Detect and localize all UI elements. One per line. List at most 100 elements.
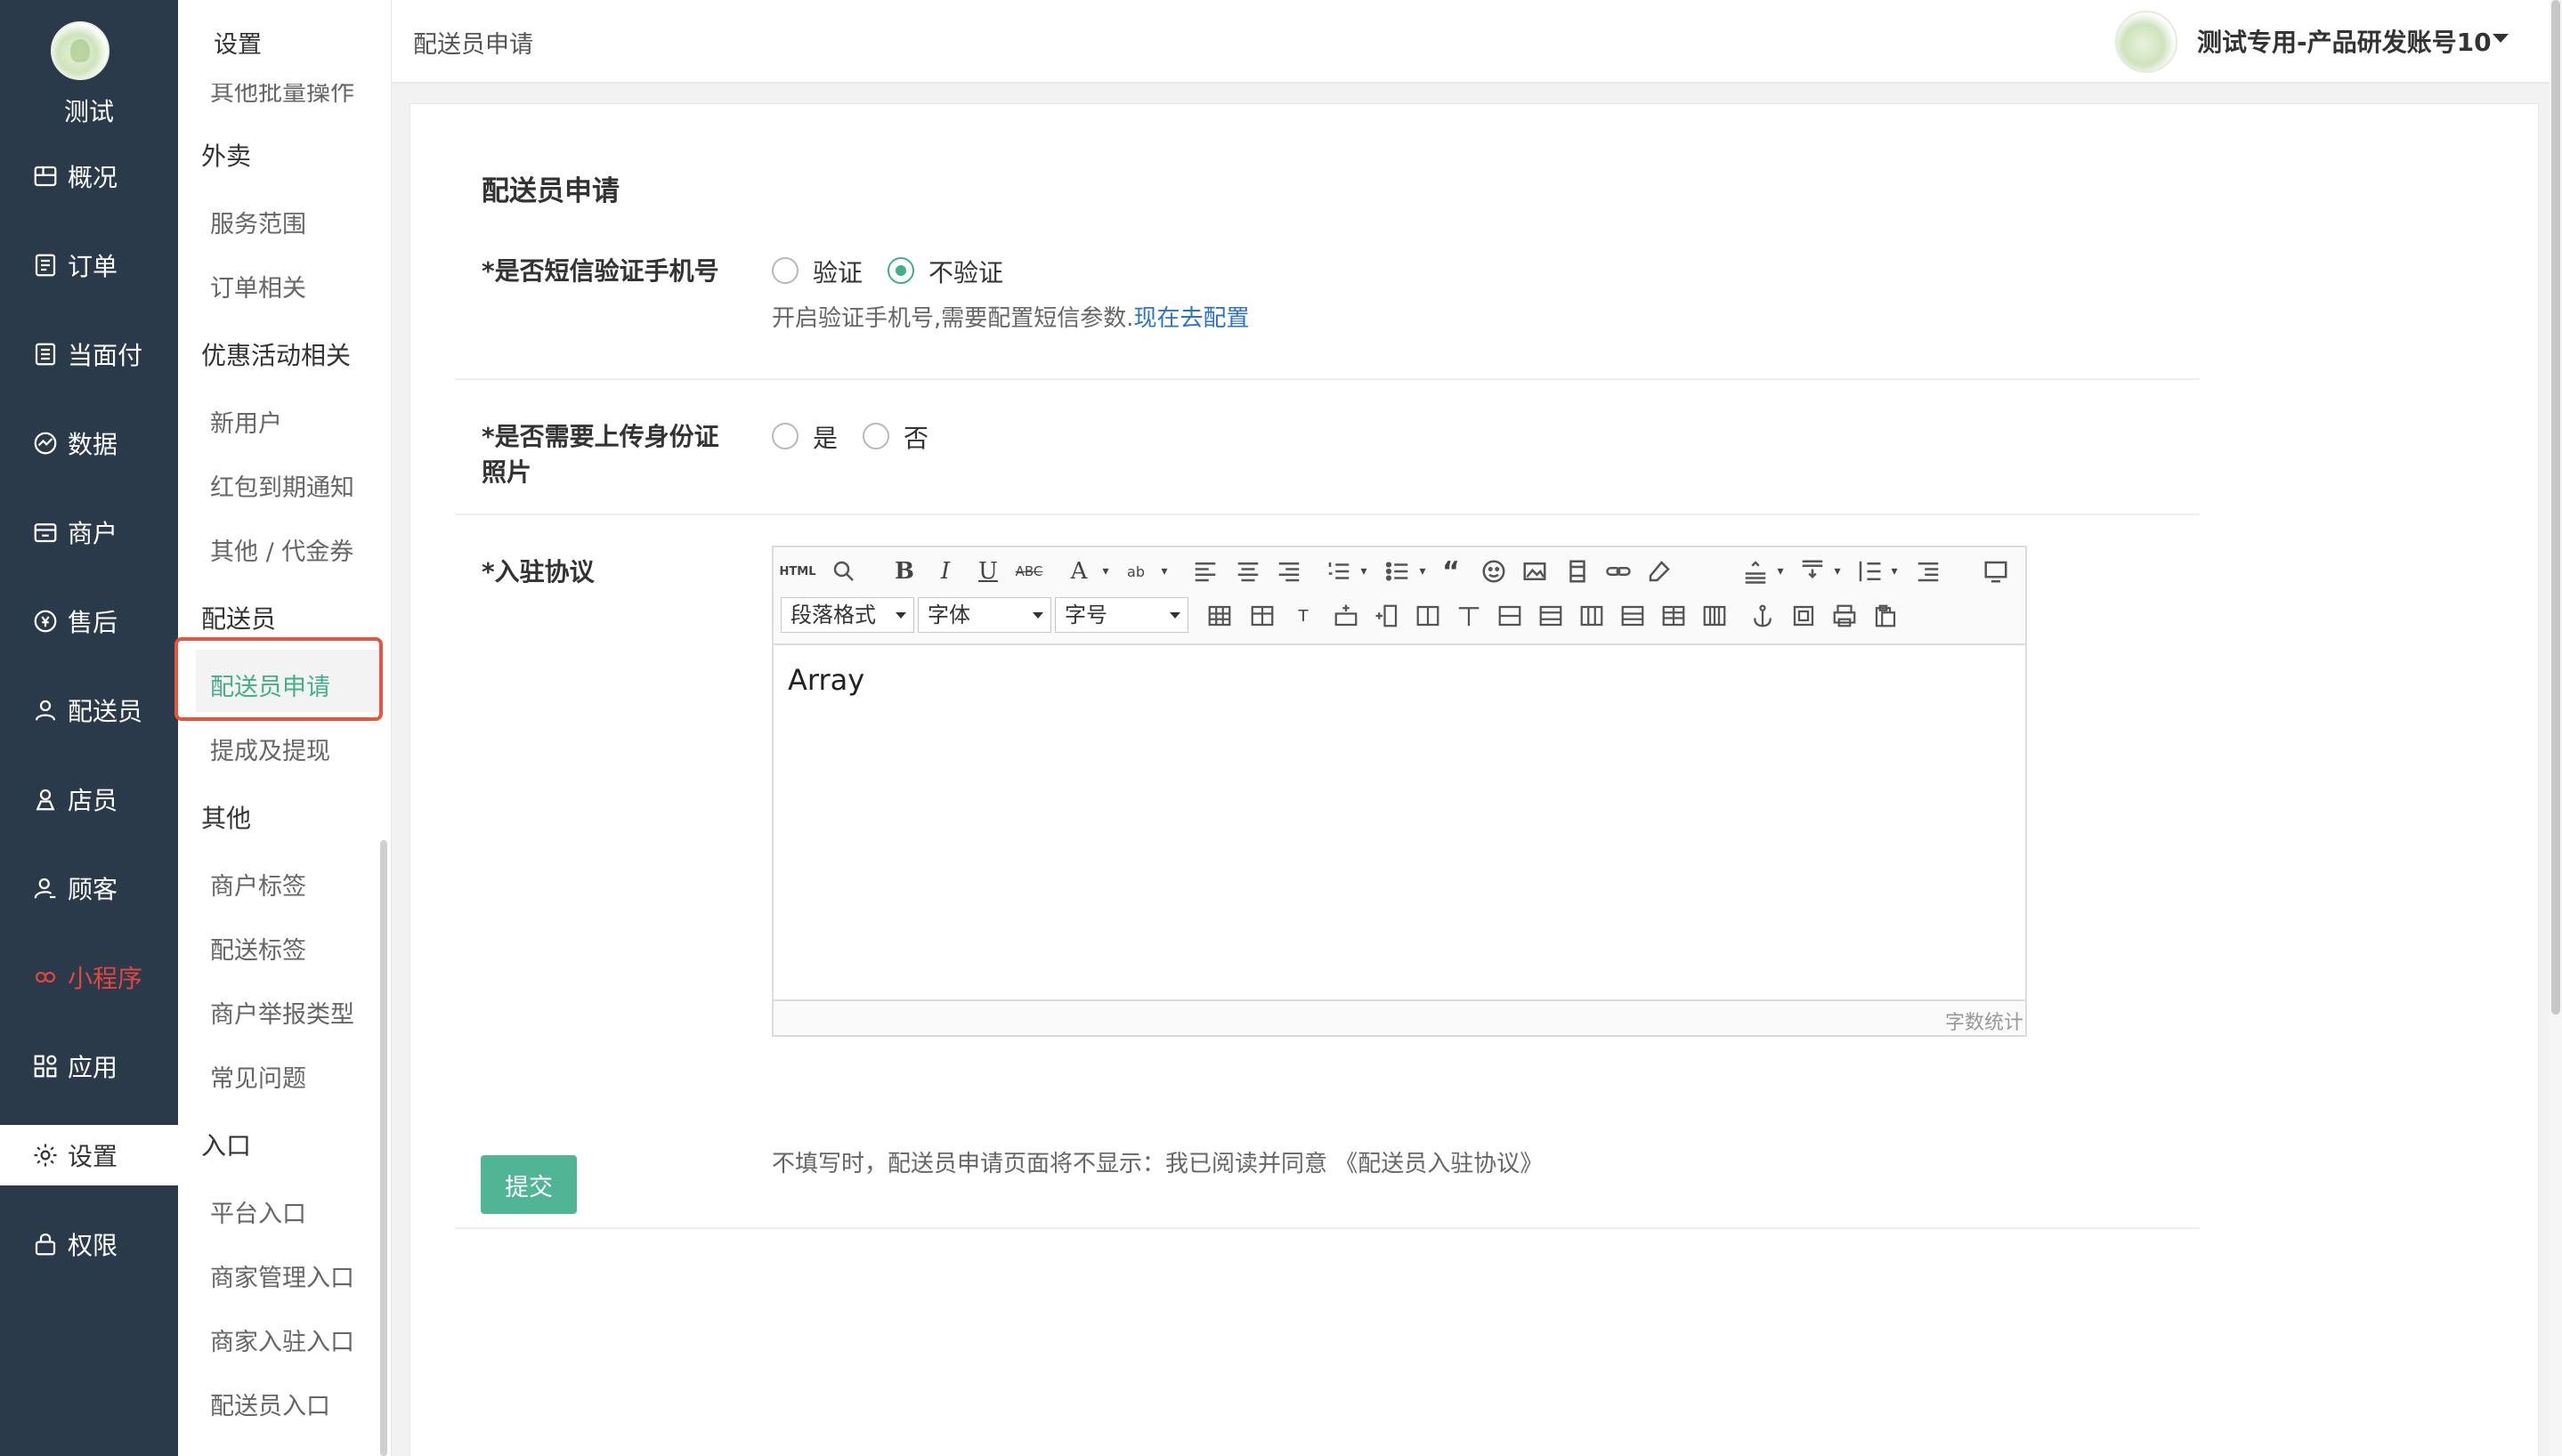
idcard-no-label[interactable]: 否 [904,419,928,455]
video-icon[interactable] [1562,556,1593,586]
divider [455,514,2200,515]
editor-content[interactable]: Array [788,663,864,697]
align-left-icon[interactable] [1190,556,1220,586]
chevron-down-icon[interactable]: ▾ [1822,556,1853,586]
nav-item-overview[interactable]: 概况 [0,146,178,206]
nav-item-aftersale[interactable]: 售后 [0,591,178,651]
strikethrough-icon[interactable]: ABC [1014,556,1044,586]
nav-item-courier[interactable]: 配送员 [0,680,178,740]
nav-item-clerk[interactable]: 店员 [0,769,178,829]
main-card: 配送员申请 *是否短信验证手机号 验证 不验证 开启验证手机号,需要配置短信参数… [409,103,2539,1456]
idcard-no-radio[interactable] [863,423,889,449]
nav-item-settings[interactable]: 设置 [0,1125,178,1185]
page-scrollbar[interactable] [2550,0,2562,1456]
subnav-item-service-area[interactable]: 服务范围 [210,205,306,239]
font-color-icon[interactable]: A [1064,556,1094,586]
insert-frame-icon[interactable] [1788,601,1819,631]
table-props-icon[interactable] [1247,601,1277,631]
html-source-icon[interactable]: HTML [780,556,816,586]
chevron-down-icon[interactable]: ▾ [1149,556,1180,586]
subnav-group-takeout: 外卖 [201,142,252,171]
emoji-icon[interactable] [1479,556,1509,586]
submit-button[interactable]: 提交 [481,1155,577,1214]
print-icon[interactable] [1829,601,1860,631]
page-title: 配送员申请 [482,175,620,207]
store-icon [34,523,57,543]
nav-item-pay[interactable]: 当面付 [0,324,178,384]
nav-item-customer[interactable]: 顾客 [0,858,178,918]
subnav-item-voucher[interactable]: 其他 / 代金券 [210,532,353,567]
chevron-down-icon[interactable]: ▾ [1090,556,1121,586]
insert-col-icon[interactable] [1372,601,1402,631]
bold-icon[interactable]: B [889,556,920,586]
chevron-down-icon[interactable]: ▾ [1879,556,1909,586]
subnav-item-new-user[interactable]: 新用户 [210,404,282,439]
chevron-down-icon[interactable]: ▾ [1765,556,1796,586]
highlight-color-icon[interactable]: ab [1121,556,1151,586]
align-right-icon[interactable] [1274,556,1304,586]
idcard-yes-label[interactable]: 是 [813,419,838,455]
pay-icon [35,343,56,366]
shop-name: 测试 [63,97,114,126]
subnav-item-order-related[interactable]: 订单相关 [210,269,306,303]
anchor-icon[interactable] [1747,601,1778,631]
underline-icon[interactable]: U [973,556,1003,586]
avatar[interactable] [2115,11,2177,73]
subnav-scrollbar[interactable] [380,840,387,1456]
chevron-down-icon[interactable]: ▾ [1407,556,1438,586]
table-title-icon[interactable]: T [1288,601,1318,631]
split-cells-icon[interactable] [1454,601,1484,631]
nav-item-merchant[interactable]: 商户 [0,502,178,562]
editor-footer: 字数统计 [774,999,2025,1035]
chevron-down-icon[interactable] [2493,34,2509,43]
customer-icon [34,878,56,899]
indent-icon[interactable] [1913,556,1943,586]
font-size-select[interactable]: 字号 [1055,597,1188,633]
nav-item-orders[interactable]: 订单 [0,235,178,295]
page-scrollbar-thumb[interactable] [2551,0,2560,1015]
nav-item-apps[interactable]: 应用 [0,1036,178,1096]
nav-label: 设置 [68,1142,118,1171]
insert-row-icon[interactable] [1331,601,1361,631]
split-cols-icon[interactable] [1699,601,1730,631]
sms-verify-yes-label[interactable]: 验证 [813,254,863,289]
eraser-icon[interactable] [1644,556,1674,586]
fullscreen-icon[interactable] [1981,556,2011,586]
merge-cells-icon[interactable] [1413,601,1443,631]
subnav-item-batch[interactable]: 其他批量操作 [210,84,354,108]
paste-icon[interactable] [1870,601,1901,631]
merge-right-icon[interactable] [1577,601,1607,631]
nav-label: 订单 [68,252,118,281]
editor-toolbar: HTML B I U ABC A ▾ ab ▾ ▾ ▾ “ ▾ ▾ ▾ 段落格式… [774,547,2025,645]
nav-item-permission[interactable]: 权限 [0,1214,178,1274]
subnav-item-redpacket[interactable]: 红包到期通知 [210,468,354,503]
nav-label: 数据 [68,430,118,459]
gear-icon [34,1144,57,1167]
italic-icon[interactable]: I [930,556,961,586]
main-nav: 测试 概况 订单 当面付 数据 商户 售后 配送员 店员 顾客 小程序 应用 设… [0,0,178,1456]
link-icon[interactable] [1603,556,1634,586]
nav-item-data[interactable]: 数据 [0,413,178,473]
sms-verify-no-label[interactable]: 不验证 [928,254,1003,289]
rich-text-editor[interactable]: HTML B I U ABC A ▾ ab ▾ ▾ ▾ “ ▾ ▾ ▾ 段落格式… [772,546,2027,1037]
insert-table-icon[interactable] [1204,601,1235,631]
paragraph-format-select[interactable]: 段落格式 [781,597,914,633]
account-name[interactable]: 测试专用-产品研发账号10 [2197,23,2492,59]
nav-label: 应用 [68,1053,118,1082]
idcard-yes-radio[interactable] [772,423,799,449]
delete-col-icon[interactable] [1536,601,1566,631]
delete-row-icon[interactable] [1495,601,1525,631]
chevron-down-icon[interactable]: ▾ [1349,556,1379,586]
highlight-box [174,637,383,721]
sms-verify-yes-radio[interactable] [772,257,799,284]
nav-item-miniapp[interactable]: 小程序 [0,947,178,1007]
merge-down-icon[interactable] [1617,601,1648,631]
split-rows-icon[interactable] [1658,601,1689,631]
preview-icon[interactable] [829,556,859,586]
align-center-icon[interactable] [1233,556,1263,586]
image-icon[interactable] [1520,556,1550,586]
quote-icon[interactable]: “ [1436,556,1466,587]
font-family-select[interactable]: 字体 [918,597,1051,633]
sms-verify-no-radio[interactable] [888,257,914,284]
sms-config-link[interactable]: 现在去配置 [1134,305,1250,332]
